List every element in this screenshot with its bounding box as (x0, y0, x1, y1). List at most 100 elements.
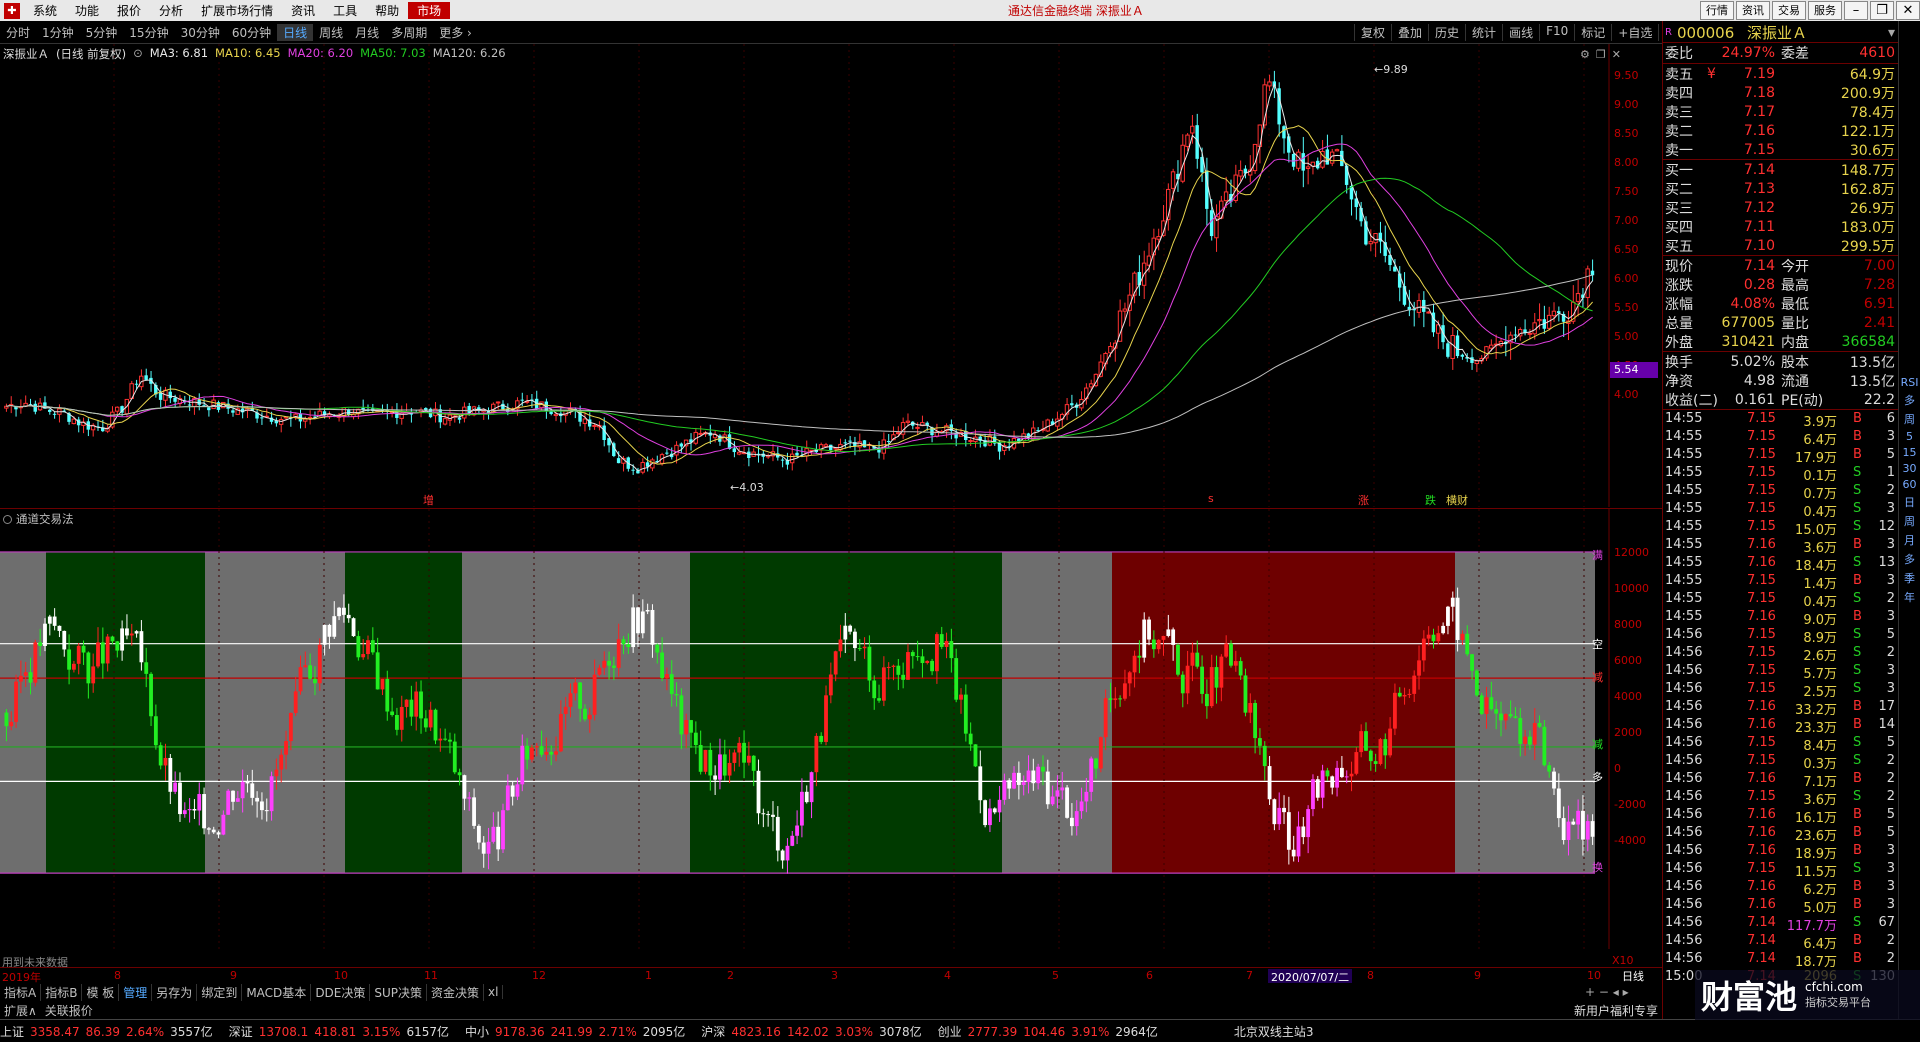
period-tab-more[interactable]: 更多 › (433, 24, 478, 41)
candle-body (1103, 352, 1108, 365)
side-tab[interactable]: 季 (1899, 570, 1920, 586)
ticker-item[interactable]: 创业 2777.39 104.46 3.91% 2964亿 (938, 1023, 1164, 1040)
tab-bind-to[interactable]: 绑定到 (197, 983, 243, 1001)
period-tab-multi[interactable]: 多周期 (385, 24, 433, 41)
osc-bar (626, 644, 631, 648)
tool-stats[interactable]: 统计 (1465, 23, 1502, 41)
tool-draw[interactable]: 画线 (1502, 23, 1539, 41)
side-tab[interactable]: 多 (1899, 551, 1920, 567)
period-tab-30min[interactable]: 30分钟 (175, 24, 226, 41)
period-tab-5min[interactable]: 5分钟 (80, 24, 124, 41)
osc-bar (1373, 761, 1378, 764)
period-tab-60min[interactable]: 60分钟 (226, 24, 277, 41)
menu-item-analysis[interactable]: 分析 (150, 2, 192, 19)
ticker-item[interactable]: 中小 9178.36 241.99 2.71% 2095亿 (465, 1023, 691, 1040)
trade-row: 14:56 7.16 23.3万 B 14 (1663, 717, 1899, 736)
osc-bar (780, 850, 785, 861)
trade-price: 7.16 (1747, 807, 1776, 822)
side-tab[interactable]: 周 (1899, 411, 1920, 427)
header-button-trade[interactable]: 交易 (1772, 1, 1806, 20)
trade-row: 14:56 7.15 11.5万 S 3 (1663, 861, 1899, 880)
stat-row: 现价 7.14 今开 7.00 (1663, 256, 1899, 275)
side-tab[interactable]: 日 (1899, 494, 1920, 510)
tool-add-watchlist[interactable]: +自选 (1611, 23, 1658, 41)
ticker-item[interactable]: 沪深 4823.16 142.02 3.03% 3078亿 (701, 1023, 927, 1040)
osc-bar (693, 732, 698, 746)
zoom-controls[interactable]: + − ◂ ▸ (1585, 985, 1629, 999)
menu-item-tools[interactable]: 工具 (324, 2, 366, 19)
kline-chart[interactable]: 深振业Ａ (日线 前复权) ⊙ MA3: 6.81 MA10: 6.45 MA2… (0, 44, 1662, 507)
tool-mark[interactable]: 标记 (1574, 23, 1611, 41)
osc-bar (14, 681, 18, 722)
tool-history[interactable]: 历史 (1428, 23, 1465, 41)
candle-body (1325, 149, 1330, 165)
indicator-toggle-icon[interactable] (3, 514, 12, 524)
tab-indicator-b[interactable]: 指标B (41, 983, 83, 1001)
period-tab-weekly[interactable]: 周线 (313, 24, 349, 41)
promo-link[interactable]: 新用户福利专享 (1574, 1002, 1658, 1019)
side-tab[interactable]: 年 (1899, 589, 1920, 605)
ticker-item[interactable]: 上证 3358.47 86.39 2.64% 3557亿 (0, 1023, 219, 1040)
tool-overlay[interactable]: 叠加 (1391, 23, 1428, 41)
ticker-item[interactable]: 深证 13708.1 418.81 3.15% 6157亿 (229, 1023, 455, 1040)
menu-item-function[interactable]: 功能 (66, 2, 108, 19)
connection-status[interactable]: 北京双线主站3 (1234, 1023, 1314, 1040)
side-tab[interactable]: 60 (1899, 478, 1920, 491)
period-tab-monthly[interactable]: 月线 (349, 24, 385, 41)
tab-xl[interactable]: xl (484, 985, 504, 999)
osc-bar (809, 772, 814, 803)
tab-expand[interactable]: 扩展∧ (0, 1002, 41, 1019)
header-button-quote[interactable]: 行情 (1700, 1, 1734, 20)
tab-manage[interactable]: 管理 (119, 983, 153, 1001)
buy-volume: 162.8万 (1840, 181, 1895, 198)
menu-item-help[interactable]: 帮助 (366, 2, 408, 19)
restore-icon[interactable]: ❐ (1870, 1, 1894, 20)
menu-item-market[interactable]: 市场 (408, 2, 451, 19)
tool-f10[interactable]: F10 (1539, 23, 1574, 41)
kline-canvas[interactable] (0, 44, 1610, 507)
rsi-icon[interactable]: RSI (1899, 376, 1920, 389)
side-tab[interactable]: 15 (1899, 446, 1920, 459)
tab-template[interactable]: 模 板 (82, 983, 120, 1001)
ticker-pct: 2.64% (126, 1024, 165, 1039)
price-tick: 6.00 (1614, 272, 1639, 285)
tab-macd[interactable]: MACD基本 (242, 983, 312, 1001)
tab-save-as[interactable]: 另存为 (152, 983, 198, 1001)
settings-icon[interactable]: ⚙ (1580, 48, 1590, 61)
side-tab[interactable]: 月 (1899, 532, 1920, 548)
header-button-news[interactable]: 资讯 (1736, 1, 1770, 20)
close-icon[interactable]: ✕ (1896, 1, 1920, 20)
side-tab[interactable]: 多 (1899, 392, 1920, 408)
minimize-icon[interactable]: – (1844, 1, 1868, 20)
period-tab-15min[interactable]: 15分钟 (123, 24, 174, 41)
side-tab[interactable]: 周 (1899, 513, 1920, 529)
price-tick: 4.00 (1614, 388, 1639, 401)
restore-icon[interactable]: ❐ (1596, 48, 1606, 61)
side-tab[interactable]: 30 (1899, 462, 1920, 475)
period-tab-fenshi[interactable]: 分时 (0, 24, 36, 41)
indicator-chart[interactable]: 通道交易法 12000 10000 8000 6000 4000 2000 0 -2000 -4… (0, 508, 1662, 969)
legend-ma50: MA50: 7.03 (360, 46, 426, 60)
menu-item-news[interactable]: 资讯 (282, 2, 324, 19)
menu-item-quote[interactable]: 报价 (108, 2, 150, 19)
tab-capital[interactable]: 资金决策 (427, 983, 485, 1001)
tab-related-quote[interactable]: 关联报价 (41, 1002, 97, 1019)
tab-dde[interactable]: DDE决策 (311, 983, 371, 1001)
indicator-canvas[interactable] (0, 509, 1610, 949)
high-annotation: ←9.89 (1374, 63, 1408, 76)
tab-indicator-a[interactable]: 指标A (0, 983, 42, 1001)
dropdown-icon[interactable]: ▾ (1888, 25, 1895, 41)
tool-fuquan[interactable]: 复权 (1354, 23, 1391, 41)
period-tab-daily[interactable]: 日线 (277, 23, 314, 41)
tab-sup[interactable]: SUP决策 (370, 983, 428, 1001)
menu-bar: ✚ 系统 功能 报价 分析 扩展市场行情 资讯 工具 帮助 市场 通达信金融终端… (0, 0, 1920, 21)
menu-item-ext-market[interactable]: 扩展市场行情 (192, 2, 282, 19)
menu-item-system[interactable]: 系统 (24, 2, 66, 19)
trade-price: 7.15 (1747, 861, 1776, 876)
period-tab-1min[interactable]: 1分钟 (36, 24, 80, 41)
side-tab[interactable]: 5 (1899, 430, 1920, 443)
candle-body (173, 397, 177, 402)
osc-bar (1243, 675, 1248, 713)
header-button-service[interactable]: 服务 (1808, 1, 1842, 20)
ma-circle-icon[interactable]: ⊙ (133, 46, 143, 62)
